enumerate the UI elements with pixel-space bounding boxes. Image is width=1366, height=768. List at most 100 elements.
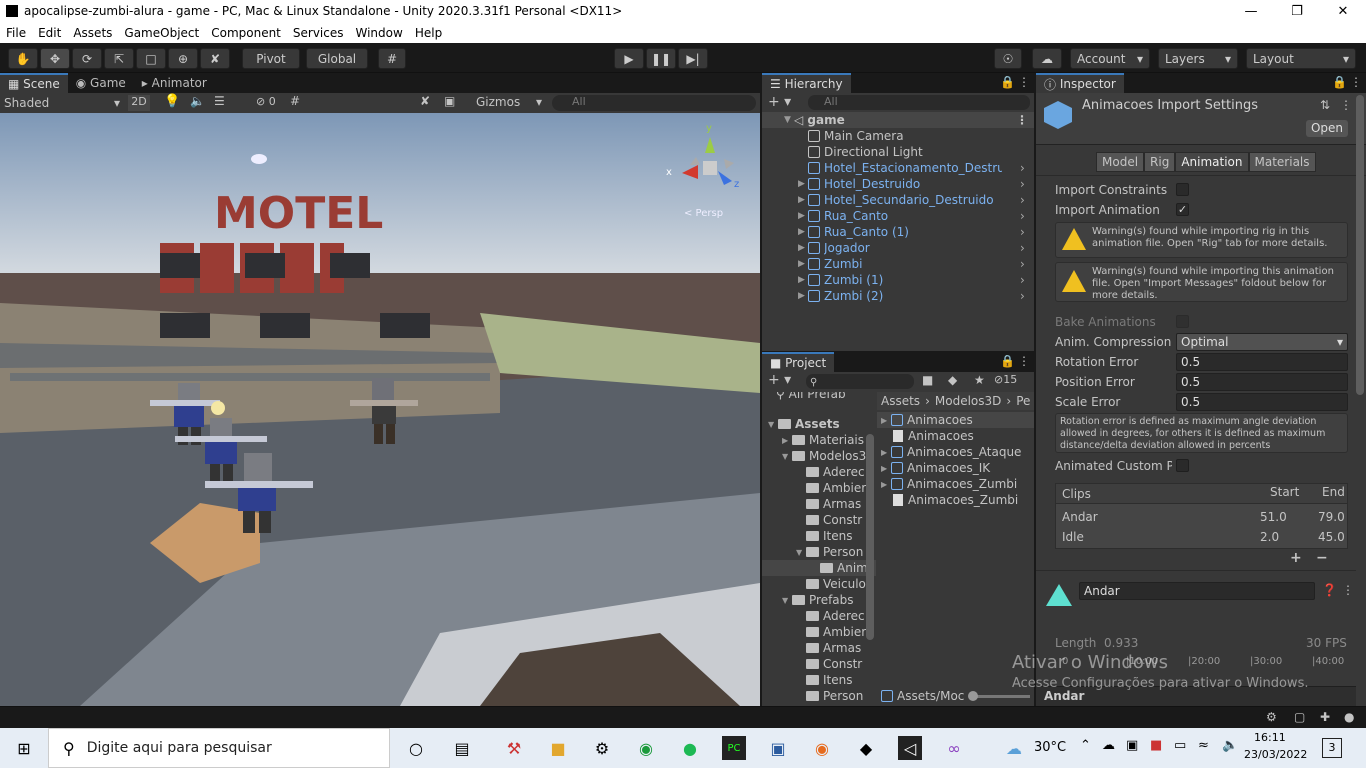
chevron-right-icon[interactable]: › (1020, 177, 1025, 191)
import-constraints-checkbox[interactable] (1176, 183, 1189, 196)
layers-dropdown[interactable]: Layers ▾ (1158, 48, 1238, 69)
tab-animation[interactable]: Animation (1175, 152, 1249, 172)
project-tree-item[interactable]: Itens (762, 528, 876, 544)
effects-icon[interactable]: ☰ (214, 94, 225, 108)
cortana-icon[interactable]: ○ (404, 736, 428, 760)
menu-services[interactable]: Services (287, 26, 350, 40)
tab-scene[interactable]: ▦ Scene (0, 73, 68, 93)
remove-clip-button[interactable]: − (1316, 550, 1328, 566)
chevron-right-icon[interactable]: › (1020, 289, 1025, 303)
tab-project[interactable]: ■ Project (762, 352, 835, 372)
clip-name-field[interactable]: Andar (1079, 582, 1315, 600)
hierarchy-item[interactable]: ▶ Zumbi › (762, 256, 1034, 272)
windows-start-icon[interactable]: ⊞ (12, 736, 36, 760)
bug-icon[interactable]: ⚙ (1266, 710, 1277, 724)
expand-arrow-icon[interactable]: ▶ (798, 211, 808, 221)
chevron-right-icon[interactable]: › (1020, 193, 1025, 207)
project-tree-item[interactable]: Armas (762, 496, 876, 512)
transform-tool-button[interactable]: ⊕ (168, 48, 198, 69)
menu-window[interactable]: Window (350, 26, 409, 40)
project-tree-item[interactable]: Armas (762, 640, 876, 656)
kebab-menu-icon[interactable]: ⋮ (1350, 75, 1362, 89)
project-tree-item[interactable]: Constr (762, 656, 876, 672)
firefox-icon[interactable]: ◉ (810, 736, 834, 760)
chevron-right-icon[interactable]: › (1020, 209, 1025, 223)
move-tool-button[interactable]: ✥ (40, 48, 70, 69)
animated-custom-checkbox[interactable] (1176, 459, 1189, 472)
filter-label-icon[interactable]: ◆ (948, 373, 957, 387)
hierarchy-item[interactable]: ▶ Jogador › (762, 240, 1034, 256)
hierarchy-item[interactable]: Hotel_Estacionamento_Destruid › (762, 160, 1034, 176)
kebab-menu-icon[interactable]: ⋮ (1016, 113, 1028, 127)
hierarchy-item[interactable]: Main Camera (762, 128, 1034, 144)
spotify-icon[interactable]: ● (678, 736, 702, 760)
project-tree-item[interactable]: Veiculo (762, 576, 876, 592)
project-file-item[interactable]: ▶ Animacoes_Zumbi (877, 476, 1034, 492)
kebab-menu-icon[interactable]: ⋮ (1018, 75, 1030, 89)
step-button[interactable]: ▶| (678, 48, 708, 69)
expand-arrow-icon[interactable]: ▼ (782, 596, 792, 605)
close-button[interactable]: ✕ (1320, 0, 1366, 22)
expand-arrow-icon[interactable]: ▶ (798, 243, 808, 253)
tab-model[interactable]: Model (1096, 152, 1145, 172)
pivot-toggle[interactable]: Pivot (242, 48, 300, 69)
project-file-item[interactable]: ▶ Animacoes_IK (877, 460, 1034, 476)
menu-file[interactable]: File (0, 26, 32, 40)
lighting-icon[interactable]: 💡 (164, 94, 180, 109)
project-tree-item[interactable]: Aderec (762, 464, 876, 480)
project-tree-item[interactable]: ▶ Materiais (762, 432, 876, 448)
cloud-icon[interactable]: ☁ (1032, 48, 1062, 69)
hierarchy-item[interactable]: Directional Light (762, 144, 1034, 160)
collab-icon[interactable]: ☉ (994, 48, 1022, 69)
expand-arrow-icon[interactable]: ▶ (798, 179, 808, 189)
clip-row[interactable]: Idle 2.0 45.0 (1056, 528, 1347, 546)
rect-tool-button[interactable]: □ (136, 48, 166, 69)
tab-hierarchy[interactable]: ☰ Hierarchy (762, 73, 851, 93)
taskbar-search-box[interactable]: ⚲ Digite aqui para pesquisar (48, 728, 390, 768)
chrome-icon[interactable]: ◉ (634, 736, 658, 760)
tab-inspector[interactable]: ⓘ Inspector (1036, 73, 1124, 93)
file-explorer-icon[interactable]: ■ (546, 736, 570, 760)
project-tree-item[interactable]: ▼ Prefabs (762, 592, 876, 608)
expand-arrow-icon[interactable]: ▼ (768, 420, 778, 429)
chevron-right-icon[interactable]: › (1020, 273, 1025, 287)
onedrive-icon[interactable]: ☁ (1102, 738, 1115, 753)
project-tree-item[interactable]: Ambier (762, 480, 876, 496)
grid-icon[interactable]: # (290, 94, 300, 108)
expand-arrow-icon[interactable]: ▶ (881, 480, 891, 489)
tab-animator[interactable]: ▸ Animator (134, 73, 215, 93)
project-tree-item[interactable]: Ambier (762, 624, 876, 640)
kebab-menu-icon[interactable]: ⋮ (1018, 354, 1030, 368)
bake-animations-checkbox[interactable] (1176, 315, 1189, 328)
auto-generate-lighting-icon[interactable]: ✚ (1320, 710, 1330, 724)
clock-date[interactable]: 23/03/2022 (1244, 748, 1307, 761)
hierarchy-item[interactable]: ▶ Zumbi (2) › (762, 288, 1034, 304)
menu-gameobject[interactable]: GameObject (118, 26, 205, 40)
volume-icon[interactable]: 🔈 (1222, 738, 1238, 753)
breadcrumb-modelos3d[interactable]: Modelos3D (935, 394, 1002, 408)
progress-icon[interactable]: ● (1344, 710, 1354, 724)
expand-arrow-icon[interactable]: ▶ (881, 464, 891, 473)
maximize-button[interactable]: ❐ (1274, 0, 1320, 22)
expand-arrow-icon[interactable]: ▶ (881, 416, 891, 425)
filter-type-icon[interactable]: ■ (922, 373, 933, 387)
lock-icon[interactable]: 🔒 (1000, 75, 1015, 89)
anim-compression-dropdown[interactable]: Optimal ▾ (1176, 333, 1348, 351)
project-search-input[interactable]: ⚲ (806, 374, 914, 389)
layout-dropdown[interactable]: Layout ▾ (1246, 48, 1356, 69)
grid-snap-button[interactable]: # (378, 48, 406, 69)
virtualbox-icon[interactable]: ▣ (766, 736, 790, 760)
camera-icon[interactable]: ▣ (444, 94, 455, 108)
2d-toggle[interactable]: 2D (128, 95, 150, 111)
account-dropdown[interactable]: Account ▾ (1070, 48, 1150, 69)
scene-viewport[interactable]: MOTEL y x z < Persp (0, 113, 760, 706)
unity-editor-icon[interactable]: ◁ (898, 736, 922, 760)
menu-edit[interactable]: Edit (32, 26, 67, 40)
notifications-button[interactable]: 3 (1322, 738, 1342, 758)
expand-arrow-icon[interactable]: ▶ (881, 448, 891, 457)
import-animation-checkbox[interactable]: ✓ (1176, 203, 1189, 216)
breadcrumb-assets[interactable]: Assets (877, 394, 920, 408)
tab-materials[interactable]: Materials (1248, 152, 1316, 172)
expand-arrow-icon[interactable]: ▼ (782, 452, 792, 461)
add-clip-button[interactable]: + (1290, 550, 1302, 566)
